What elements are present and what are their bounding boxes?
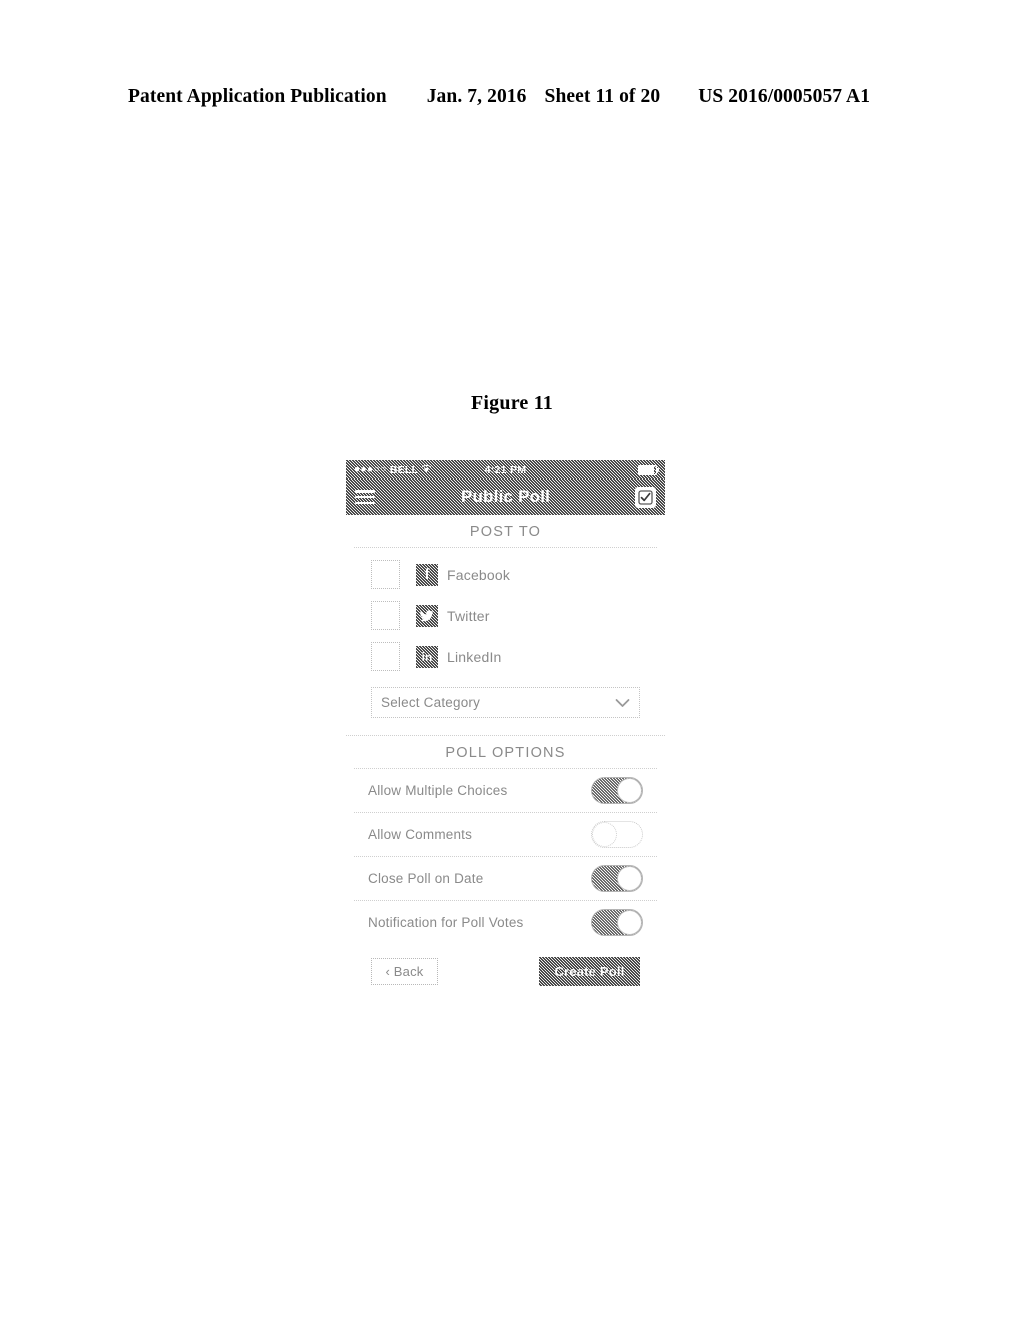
page-title: Public Poll: [460, 487, 551, 506]
status-bar-left: ●●●○○ BELL: [354, 464, 432, 476]
status-bar: ●●●○○ BELL 4:21 PM: [346, 460, 665, 479]
checkbox-check-icon[interactable]: [635, 486, 656, 508]
twitter-icon: [416, 604, 438, 627]
post-to-section-title: POST TO: [469, 524, 542, 540]
option-label-allow-multiple-choices: Allow Multiple Choices: [368, 783, 508, 798]
facebook-label: Facebook: [447, 566, 511, 583]
option-row-allow-multiple-choices[interactable]: Allow Multiple Choices: [346, 769, 665, 812]
action-button-row: ‹ Back Create Poll: [346, 944, 665, 1000]
hamburger-menu-icon[interactable]: [355, 490, 375, 504]
linkedin-icon: in: [416, 645, 438, 668]
post-to-list: f Facebook Twitter in LinkedIn: [346, 548, 665, 679]
chevron-down-icon: [615, 698, 630, 708]
toggle-allow-multiple-choices[interactable]: [591, 777, 643, 804]
carrier-label: BELL: [389, 463, 419, 476]
status-bar-right: [638, 464, 659, 475]
option-label-allow-comments: Allow Comments: [368, 827, 473, 842]
patent-page-header: Patent Application Publication Jan. 7, 2…: [128, 86, 896, 108]
linkedin-label: LinkedIn: [447, 648, 502, 665]
create-poll-button[interactable]: Create Poll: [539, 957, 640, 986]
twitter-label: Twitter: [447, 607, 490, 624]
publication-number: US 2016/0005057 A1: [698, 86, 871, 107]
title-bar: Public Poll: [346, 479, 665, 515]
post-to-row-linkedin[interactable]: in LinkedIn: [346, 636, 665, 677]
linkedin-checkbox[interactable]: [371, 642, 400, 671]
twitter-checkbox[interactable]: [371, 601, 400, 630]
phone-mockup: ●●●○○ BELL 4:21 PM Public Poll POST TO f…: [346, 460, 665, 1000]
option-label-notification-for-poll-votes: Notification for Poll Votes: [368, 915, 524, 930]
poll-options-section-title: POLL OPTIONS: [445, 745, 566, 761]
facebook-icon-glyph: f: [424, 566, 430, 583]
category-select-value: Select Category: [381, 695, 481, 710]
back-button[interactable]: ‹ Back: [371, 958, 438, 985]
figure-caption: Figure 11: [471, 392, 553, 414]
battery-icon: [638, 464, 659, 475]
option-label-close-poll-on-date: Close Poll on Date: [368, 871, 484, 886]
wifi-icon: [421, 464, 432, 476]
facebook-icon: f: [416, 563, 438, 586]
publication-date: Jan. 7, 2016: [426, 86, 527, 107]
category-select[interactable]: Select Category: [371, 687, 640, 718]
facebook-checkbox[interactable]: [371, 560, 400, 589]
post-to-row-facebook[interactable]: f Facebook: [346, 554, 665, 595]
publication-title: Patent Application Publication: [128, 86, 387, 107]
toggle-allow-comments[interactable]: [591, 821, 643, 848]
mockup-body: POST TO f Facebook Twitter in LinkedIn S…: [346, 515, 665, 1000]
toggle-close-poll-on-date[interactable]: [591, 865, 643, 892]
signal-strength-icon: ●●●○○: [354, 463, 387, 475]
toggle-notification-for-poll-votes[interactable]: [591, 909, 643, 936]
option-row-close-poll-on-date[interactable]: Close Poll on Date: [346, 857, 665, 900]
post-to-row-twitter[interactable]: Twitter: [346, 595, 665, 636]
option-row-allow-comments[interactable]: Allow Comments: [346, 813, 665, 856]
sheet-number: Sheet 11 of 20: [544, 86, 661, 107]
linkedin-icon-glyph: in: [421, 649, 433, 664]
option-row-notification-for-poll-votes[interactable]: Notification for Poll Votes: [346, 901, 665, 944]
